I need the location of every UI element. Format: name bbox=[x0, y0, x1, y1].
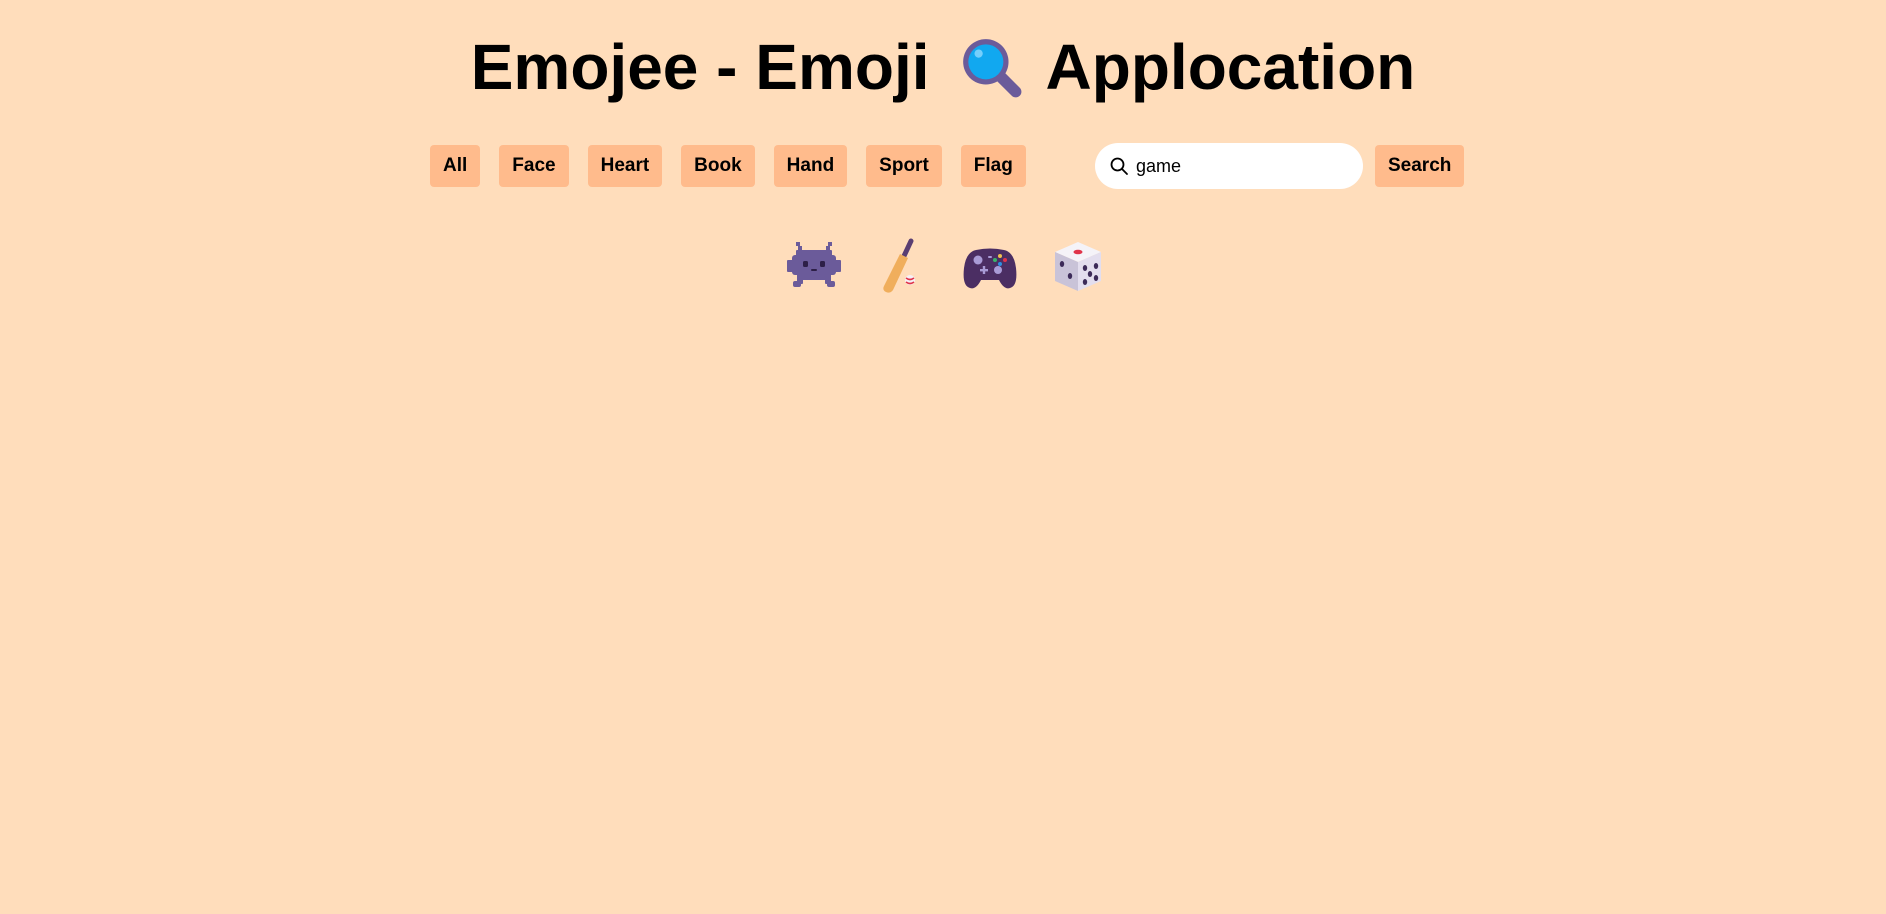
category-button-all[interactable]: All bbox=[430, 145, 481, 187]
category-button-hand[interactable]: Hand bbox=[773, 145, 848, 187]
alien-monster-icon[interactable] bbox=[786, 238, 842, 294]
category-button-book[interactable]: Book bbox=[681, 145, 755, 187]
title-text-part1: Emojee - Emoji bbox=[470, 31, 930, 103]
category-button-sport[interactable]: Sport bbox=[866, 145, 942, 187]
video-game-controller-icon[interactable] bbox=[962, 238, 1018, 294]
page-title: Emojee - Emoji Applocation bbox=[0, 24, 1886, 110]
page: Emojee - Emoji Applocation All Face Hear… bbox=[0, 0, 1886, 914]
category-button-flag[interactable]: Flag bbox=[960, 145, 1026, 187]
search-input[interactable] bbox=[1136, 155, 1336, 177]
category-toolbar: All Face Heart Book Hand Sport Flag bbox=[430, 145, 1045, 187]
category-button-heart[interactable]: Heart bbox=[587, 145, 663, 187]
game-die-icon[interactable] bbox=[1050, 238, 1106, 294]
emoji-results bbox=[786, 238, 1138, 294]
magnifying-glass-icon bbox=[962, 39, 1021, 98]
search-box[interactable] bbox=[1095, 143, 1363, 189]
search-icon bbox=[1110, 157, 1128, 175]
search-button[interactable]: Search bbox=[1375, 145, 1465, 187]
category-button-face[interactable]: Face bbox=[499, 145, 569, 187]
title-text-part2: Applocation bbox=[1045, 31, 1416, 103]
cricket-bat-icon[interactable] bbox=[874, 238, 930, 294]
